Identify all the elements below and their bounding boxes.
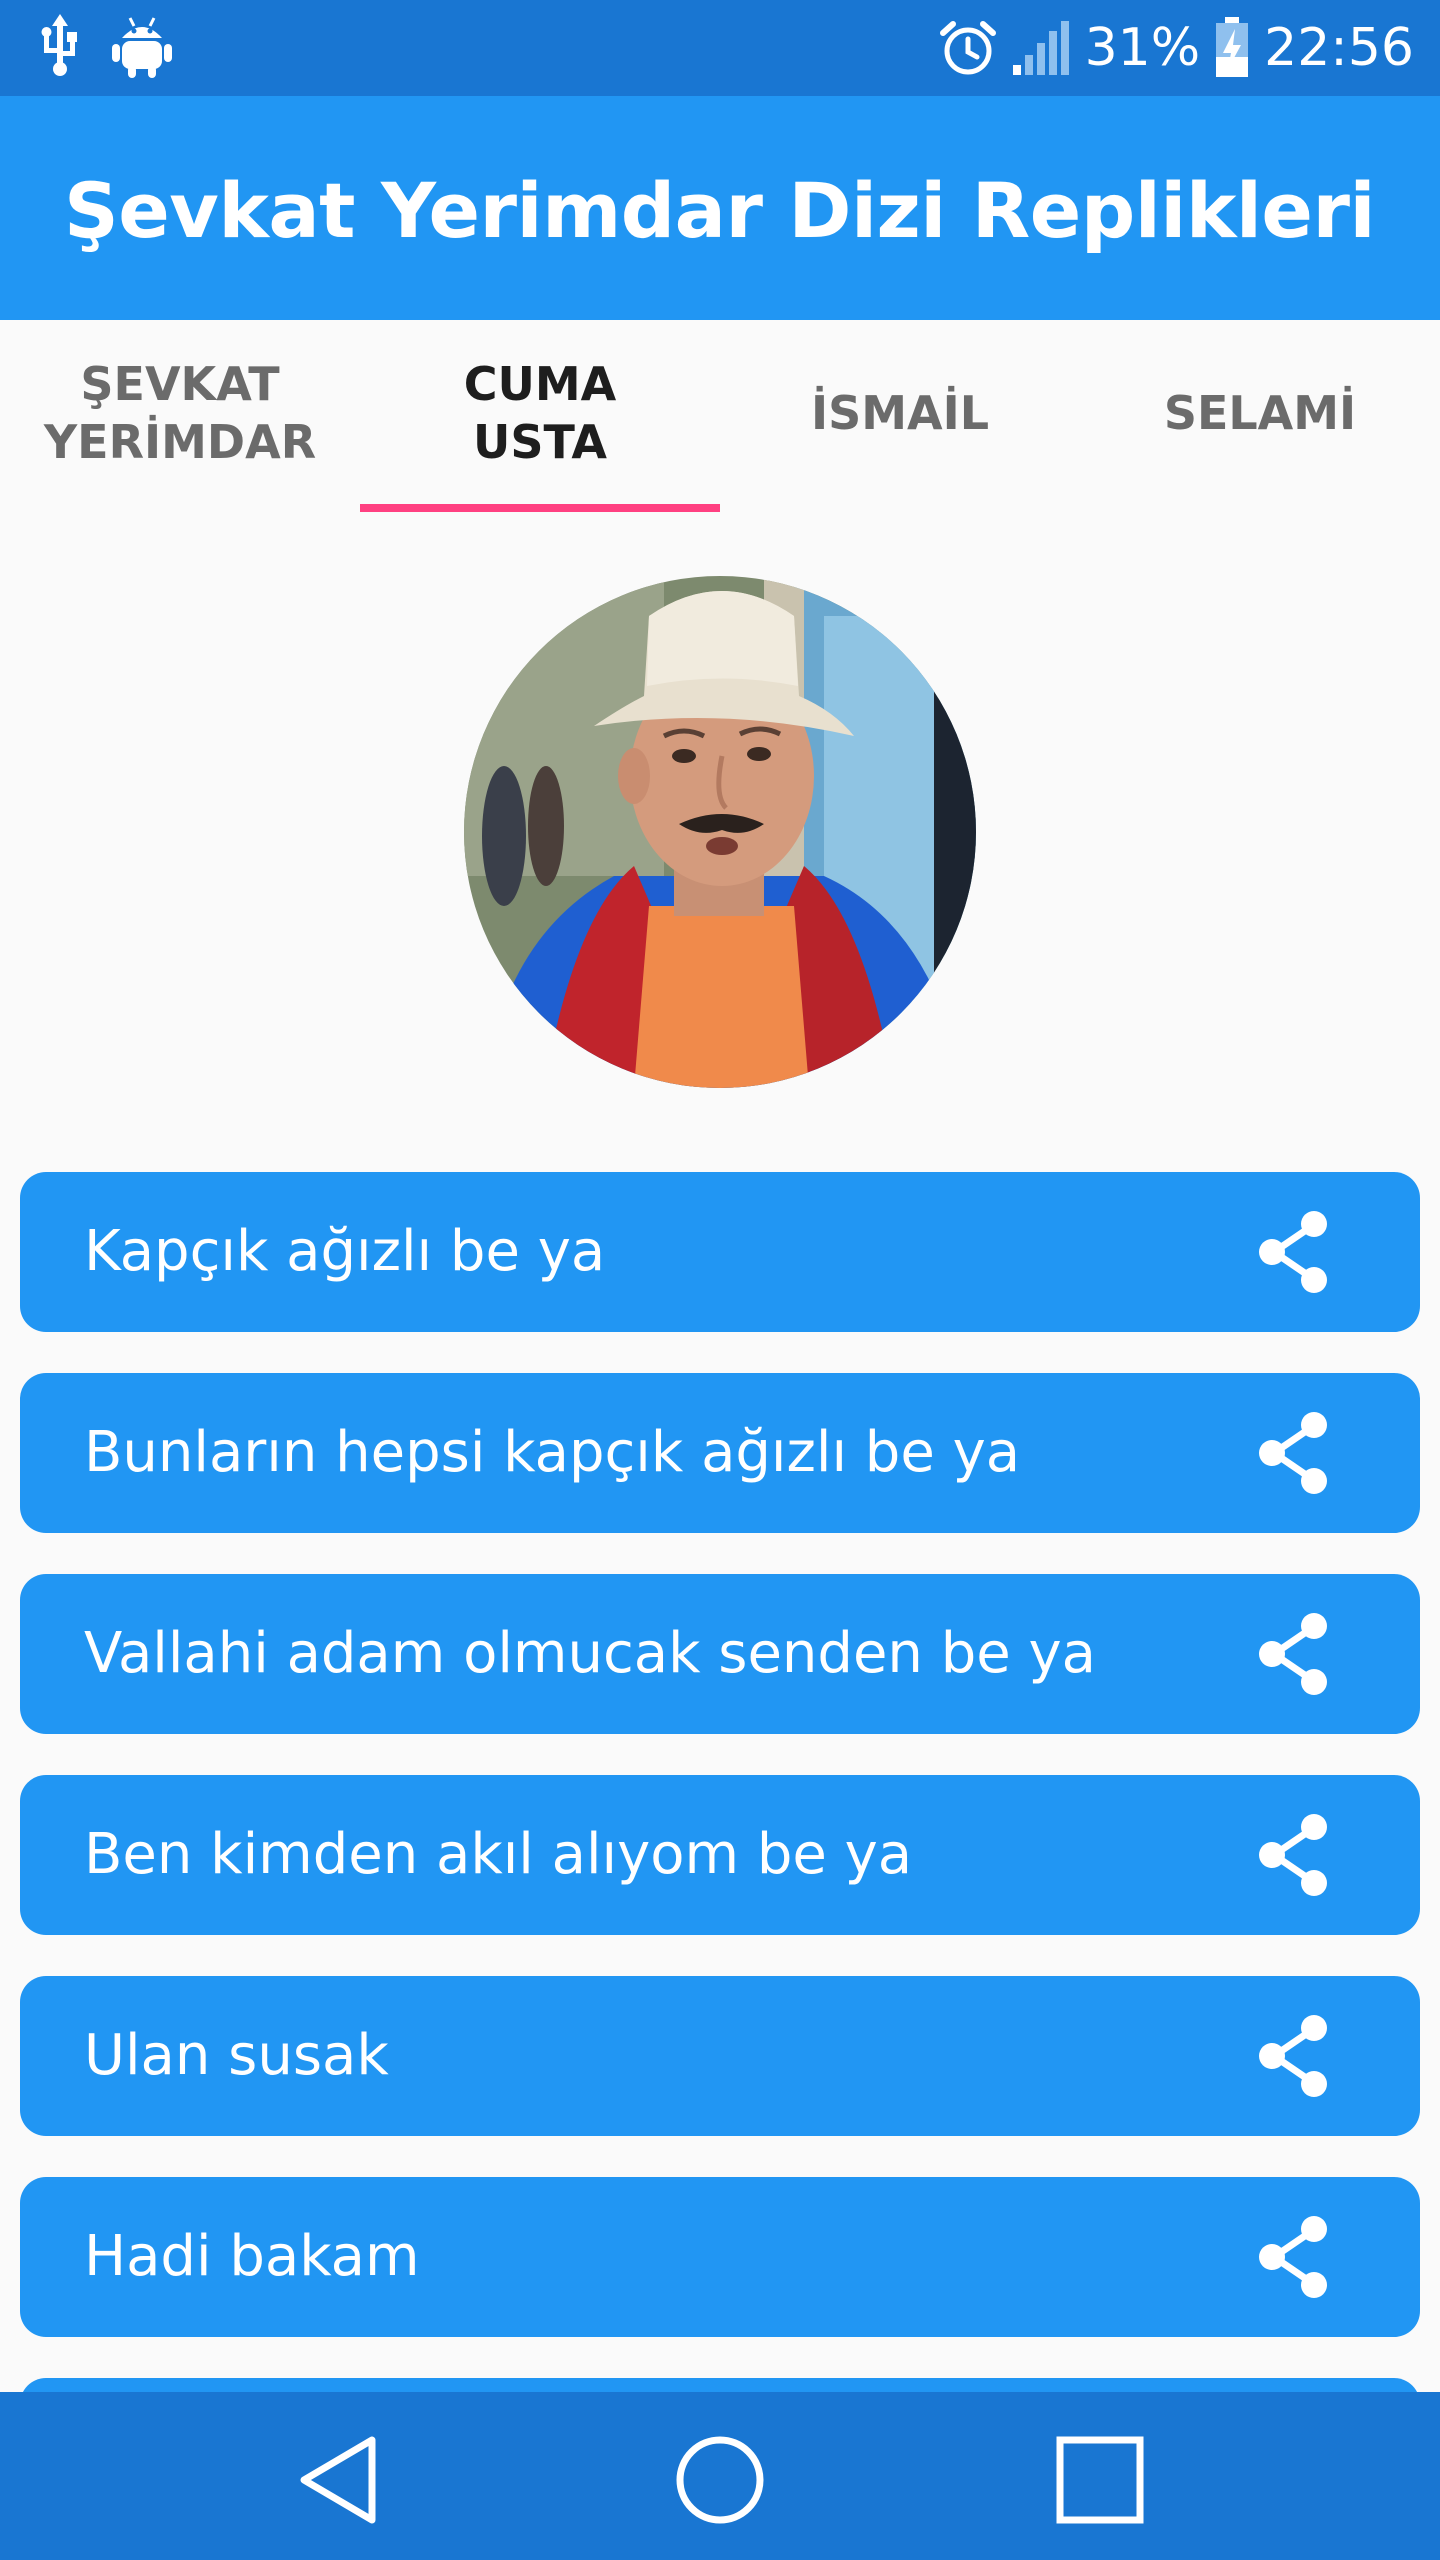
quote-text: Bunların hepsi kapçık ağızlı be ya <box>84 1420 1021 1485</box>
back-icon[interactable] <box>292 2432 388 2528</box>
share-icon[interactable] <box>1252 1612 1336 1696</box>
android-debug-icon <box>112 17 172 78</box>
status-bar: 31% 22:56 <box>0 0 1440 96</box>
share-icon[interactable] <box>1252 1813 1336 1897</box>
battery-percent: 31% <box>1084 18 1201 78</box>
tab-label: İSMAİL <box>810 386 990 440</box>
quote-text: Kapçık ağızlı be ya <box>84 1219 606 1284</box>
tab-label: SELAMİ <box>1163 386 1357 440</box>
tab-bar: ŞEVKAT YERİMDAR CUMA USTA İSMAİL SELAMİ <box>0 320 1440 512</box>
share-icon[interactable] <box>1252 1411 1336 1495</box>
recents-icon[interactable] <box>1052 2432 1148 2528</box>
quote-text: Vallahi adam olmucak senden be ya <box>84 1621 1096 1686</box>
quote-item[interactable]: Ulan susak <box>20 1976 1420 2136</box>
tab-selami[interactable]: SELAMİ <box>1080 320 1440 512</box>
tab-sevkat-yerimdar[interactable]: ŞEVKAT YERİMDAR <box>0 320 360 512</box>
quote-text: Ben kimden akıl alıyom be ya <box>84 1822 913 1887</box>
navigation-bar <box>0 2392 1440 2560</box>
app-title: Şevkat Yerimdar Dizi Replikleri <box>64 166 1376 255</box>
share-icon[interactable] <box>1252 1210 1336 1294</box>
signal-icon <box>1012 21 1069 75</box>
tab-cuma-usta[interactable]: CUMA USTA <box>360 320 720 512</box>
tab-ismail[interactable]: İSMAİL <box>720 320 1080 512</box>
alarm-icon <box>939 21 996 75</box>
tab-label: CUMA <box>463 357 617 411</box>
usb-icon <box>41 14 77 76</box>
quote-item[interactable]: Bunların hepsi kapçık ağızlı be ya <box>20 1373 1420 1533</box>
quote-item[interactable]: Hadi bakam <box>20 2177 1420 2337</box>
share-icon[interactable] <box>1252 2014 1336 2098</box>
home-icon[interactable] <box>672 2432 768 2528</box>
status-time: 22:56 <box>1264 18 1414 78</box>
quote-text: Hadi bakam <box>84 2224 420 2289</box>
battery-charging-icon <box>1216 17 1249 77</box>
quote-item[interactable]: Kapçık ağızlı be ya <box>20 1172 1420 1332</box>
tab-label: USTA <box>473 415 607 469</box>
quote-item[interactable]: Ben kimden akıl alıyom be ya <box>20 1775 1420 1935</box>
share-icon[interactable] <box>1252 2215 1336 2299</box>
tab-label: YERİMDAR <box>43 415 317 469</box>
quote-item[interactable]: Vallahi adam olmucak senden be ya <box>20 1574 1420 1734</box>
tab-indicator <box>360 504 720 512</box>
tab-label: ŞEVKAT <box>80 357 280 411</box>
quote-text: Ulan susak <box>84 2023 389 2088</box>
character-avatar <box>464 576 976 1088</box>
app-bar: Şevkat Yerimdar Dizi Replikleri <box>0 96 1440 320</box>
